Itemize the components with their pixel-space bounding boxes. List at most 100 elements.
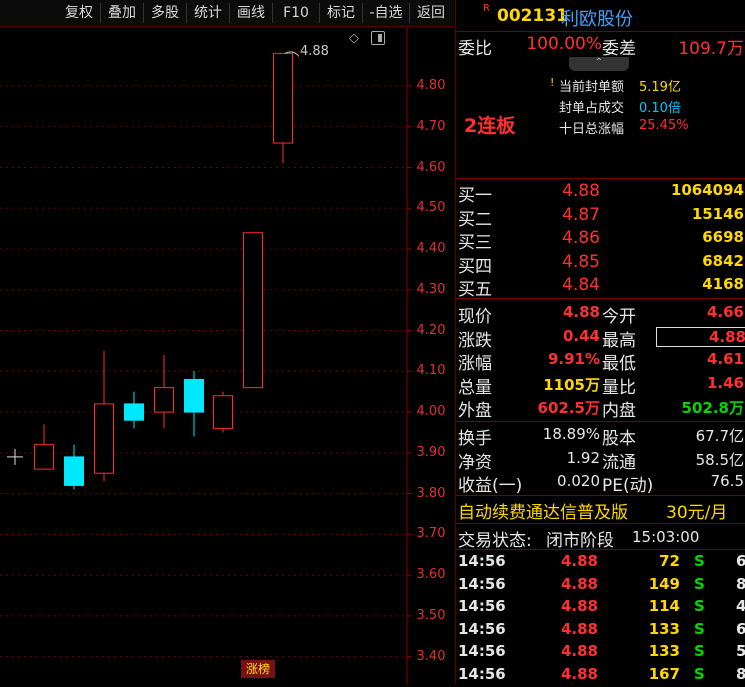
tick-side: S [694, 642, 705, 661]
bid-label: 买一 [458, 186, 492, 206]
quote-value: 4.88 [562, 303, 600, 321]
tick-time: 14:56 [458, 619, 506, 638]
stats-value: 18.89% [542, 425, 600, 443]
tick-price: 4.88 [560, 619, 598, 638]
quote-row: 总量 1105万 量比 1.46 [456, 373, 745, 398]
quote-label: 涨幅 [458, 354, 492, 375]
draw-line-button[interactable]: 画线 [230, 3, 273, 23]
stock-code: 002131 [497, 6, 568, 26]
tick-volume: 167 [648, 665, 680, 683]
price-label: 4.50 [416, 200, 446, 216]
multi-stock-button[interactable]: 多股 [144, 3, 187, 23]
overlay-button[interactable]: 叠加 [101, 3, 144, 23]
tick-volume: 72 [659, 552, 680, 570]
candle-body-down [64, 456, 84, 486]
promo-price[interactable]: 30元/月 [666, 498, 727, 523]
price-label: 4.30 [416, 281, 446, 297]
quote-value: 1105万 [543, 375, 600, 394]
bid-price: 4.86 [562, 228, 600, 249]
stats-value: 76.5 [710, 472, 744, 491]
price-label: 4.60 [416, 159, 446, 175]
quote-panel: R 002131 利欧股份 委比 100.00% 委差 109.7万 ⌃ 2连板… [455, 0, 745, 684]
info-icon: ! [550, 76, 555, 89]
bid-price: 4.85 [562, 251, 600, 272]
bid-volume: 15146 [691, 204, 744, 223]
tick-time: 14:56 [458, 642, 506, 661]
price-label: 3.70 [416, 526, 446, 542]
mark-button[interactable]: 标记 [320, 3, 363, 23]
quote-label: 量比 [602, 377, 636, 398]
tick-row[interactable]: 14:56 4.88 72 S 6 [456, 552, 745, 574]
stats-value: 67.7亿 [695, 427, 744, 445]
bid-price: 4.87 [562, 204, 600, 225]
bid-row: 买一 4.88 1064094 [456, 181, 745, 206]
stats-value: 0.020 [557, 472, 600, 491]
bid-price: 4.84 [562, 275, 600, 296]
price-label: 4.10 [416, 363, 446, 379]
tick-volume: 133 [648, 619, 680, 638]
bid-label: 买四 [458, 256, 492, 277]
seal-amount-value: 5.19亿 [639, 80, 681, 95]
kline-chart[interactable]: 4.80 4.70 4.60 4.50 4.40 4.30 4.20 4.10 4.00 3.90… [0, 27, 454, 684]
tick-count: 8 [736, 665, 745, 683]
quote-value: 1.46 [706, 373, 744, 392]
quote-row: 涨跌 0.44 最高 4.88 [456, 326, 745, 351]
stats-value: 1.92 [566, 448, 600, 467]
tick-price: 4.88 [560, 552, 598, 570]
price-label: 3.90 [416, 444, 446, 460]
stats-label: 换手 [458, 429, 492, 449]
stats-label: 股本 [602, 429, 636, 449]
chevron-up-icon: ⌃ [594, 57, 604, 68]
f10-button[interactable]: F10 [273, 3, 320, 23]
quote-value: 602.5万 [537, 399, 600, 418]
price-label: 4.70 [416, 118, 446, 134]
tick-count: 8 [736, 574, 745, 593]
bid-row: 买四 4.85 6842 [456, 251, 745, 277]
statistics-button[interactable]: 统计 [187, 3, 230, 23]
window-toggle-icon[interactable] [371, 31, 385, 45]
quote-value: 0.44 [562, 326, 600, 345]
tick-side: S [694, 552, 705, 570]
stats-row: 净资 1.92 流通 58.5亿 [456, 448, 745, 473]
candle-body-up [243, 232, 263, 389]
tick-count: 4 [736, 597, 745, 616]
stats-label: PE(动) [602, 476, 654, 497]
quote-row: 现价 4.88 今开 4.66 [456, 302, 745, 327]
back-button[interactable]: 返回 [410, 3, 452, 23]
diamond-icon[interactable]: ◇ [349, 31, 359, 46]
bid-row: 买三 4.86 6698 [456, 228, 745, 254]
price-label: 4.00 [416, 404, 446, 420]
price-label: 4.40 [416, 241, 446, 257]
chart-toolbar: 复权 叠加 多股 统计 画线 F10 标记 -自选 返回 [0, 0, 454, 27]
bid-label: 买三 [458, 233, 492, 254]
trade-time: 15:03:00 [632, 528, 700, 546]
candle-body-up [273, 52, 293, 144]
price-label: 4.80 [416, 77, 446, 93]
limit-up-badge[interactable]: 涨榜 [241, 660, 275, 678]
tick-time: 14:56 [458, 665, 506, 683]
fuquan-button[interactable]: 复权 [58, 3, 101, 23]
quote-label: 今开 [602, 307, 636, 327]
tick-row[interactable]: 14:56 4.88 133 S 5 [456, 642, 745, 664]
ten-day-gain-value: 25.45% [639, 118, 689, 133]
stats-label: 净资 [458, 452, 492, 473]
quote-value: 4.66 [706, 303, 744, 321]
remove-favorite-button[interactable]: -自选 [363, 3, 410, 23]
quote-row: 涨幅 9.91% 最低 4.61 [456, 349, 745, 375]
quote-label: 最高 [602, 330, 636, 351]
seal-ratio-value: 0.10倍 [639, 101, 681, 116]
promo-text[interactable]: 自动续费通达信普及版 [458, 498, 628, 523]
tick-volume: 114 [648, 597, 680, 616]
quote-label: 内盘 [602, 401, 636, 422]
quote-label: 外盘 [458, 401, 492, 422]
candle-body-up [34, 444, 54, 470]
tick-row[interactable]: 14:56 4.88 149 S 8 [456, 575, 745, 597]
candle-body-up [154, 387, 174, 413]
tick-volume: 149 [648, 574, 680, 593]
tick-row[interactable]: 14:56 4.88 114 S 4 [456, 597, 745, 619]
bid-volume: 4168 [702, 275, 744, 294]
quote-label: 现价 [458, 307, 492, 327]
collapse-tab[interactable]: ⌃ [569, 57, 629, 71]
tick-row[interactable]: 14:56 4.88 133 S 6 [456, 620, 745, 642]
tick-price: 4.88 [560, 642, 598, 661]
